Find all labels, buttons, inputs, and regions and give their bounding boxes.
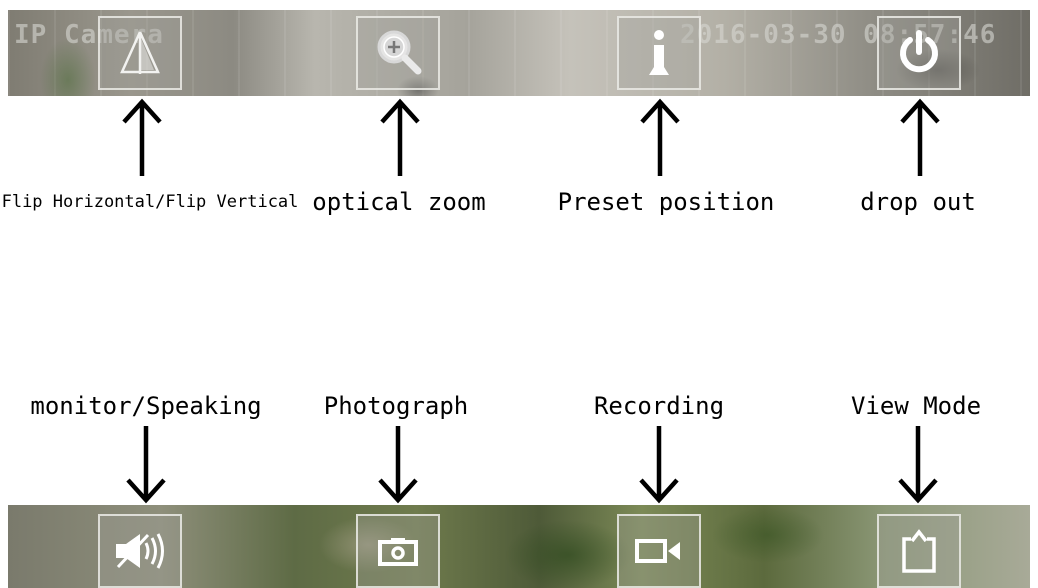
drop-out-button[interactable] [877,16,961,90]
arrow-down-photograph [378,426,418,504]
arrow-up-flip [122,98,162,176]
optical-zoom-button[interactable] [356,16,440,90]
recording-label: Recording [593,392,725,420]
drop-out-label: drop out [860,188,976,216]
preset-position-icon [649,30,669,75]
camera-icon [378,538,418,566]
zoom-in-icon [377,30,422,75]
arrow-down-recording [639,426,679,504]
arrow-up-preset [640,98,680,176]
preset-position-label: Preset position [557,188,775,216]
power-icon [900,30,938,73]
flip-icon [120,31,160,74]
view-mode-icon [902,529,936,573]
monitor-speaking-button[interactable] [98,514,182,588]
arrow-down-monitor [126,426,166,504]
arrow-up-dropout [900,98,940,176]
view-mode-button[interactable] [877,514,961,588]
flip-label: Flip Horizontal/Flip Vertical [1,192,299,212]
view-mode-label: View Mode [850,392,982,420]
recording-button[interactable] [617,514,701,588]
speaker-icon [116,533,164,569]
monitor-speaking-label: monitor/Speaking [30,392,262,420]
arrow-up-zoom [380,98,420,176]
optical-zoom-label: optical zoom [312,188,486,216]
video-camera-icon [635,539,680,563]
flip-button[interactable] [98,16,182,90]
photograph-label: Photograph [323,392,469,420]
arrow-down-viewmode [898,426,938,504]
preset-position-button[interactable] [617,16,701,90]
photograph-button[interactable] [356,514,440,588]
